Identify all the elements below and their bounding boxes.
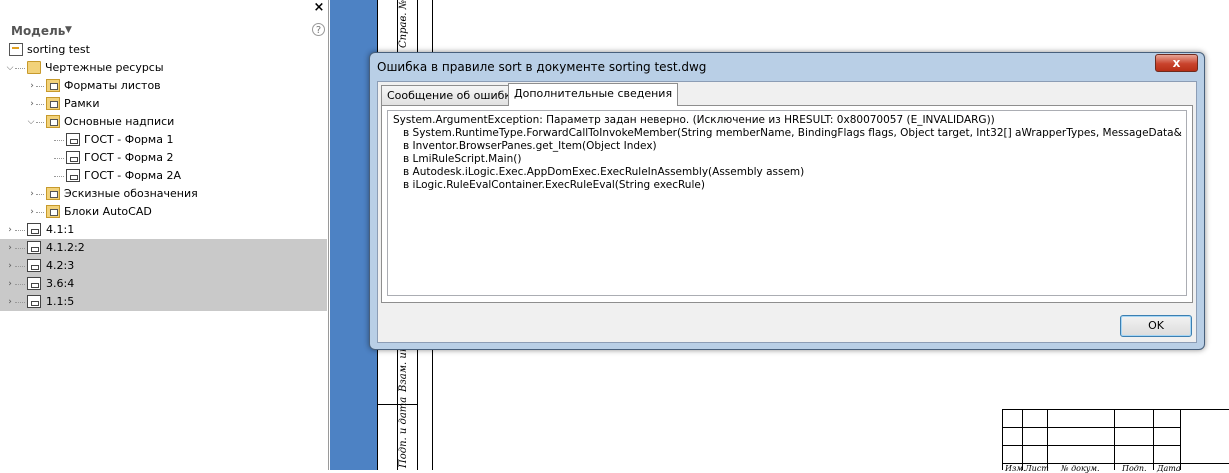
collapse-chevron-icon[interactable]: ›	[5, 257, 15, 275]
drawing-document-icon	[9, 43, 23, 56]
folder-icon	[46, 97, 60, 110]
title-block-icon	[66, 169, 80, 182]
folder-icon	[46, 205, 60, 218]
tree-item-label: 3.6:4	[46, 277, 75, 290]
frame-line	[377, 404, 417, 405]
title-block-icon	[66, 133, 80, 146]
sheet-icon	[27, 259, 41, 272]
tree-item-sheet-1[interactable]: › 4.1:1	[0, 221, 327, 239]
tree-item-gost-form-2a[interactable]: ГОСТ - Форма 2А	[0, 167, 327, 185]
browser-dropdown-icon[interactable]: ▼	[65, 25, 72, 35]
tree-item-label: Основные надписи	[64, 115, 175, 128]
sheet-icon	[27, 223, 41, 236]
browser-top-bar: ×	[0, 0, 329, 18]
help-icon[interactable]: ?	[312, 23, 325, 36]
title-block-label-change: Изм.	[1005, 464, 1026, 473]
collapse-chevron-icon[interactable]: ›	[5, 293, 15, 311]
tree-item-label: sorting test	[27, 43, 90, 56]
tree-item-label: ГОСТ - Форма 2	[84, 151, 174, 164]
tree-item-document[interactable]: sorting test	[0, 41, 327, 59]
tree-item-label: 4.2:3	[46, 259, 75, 272]
sheet-icon	[27, 277, 41, 290]
sheet-icon	[27, 241, 41, 254]
tree-item-gost-form-2[interactable]: ГОСТ - Форма 2	[0, 149, 327, 167]
frame-label-ref-no: Справ. №	[398, 0, 409, 48]
close-icon: x	[1172, 56, 1181, 70]
tree-item-sketched-symbols[interactable]: › Эскизные обозначения	[0, 185, 327, 203]
sheet-icon	[27, 295, 41, 308]
collapse-chevron-icon[interactable]: ›	[5, 221, 15, 239]
title-block-label-sheet: Лист	[1025, 464, 1049, 473]
error-dialog: Ошибка в правиле sort в документе sortin…	[369, 52, 1205, 350]
dialog-close-button[interactable]: x	[1155, 54, 1198, 72]
tree-item-label: 4.1.2:2	[46, 241, 85, 254]
tree-item-label: 4.1:1	[46, 223, 75, 236]
tree-item-label: ГОСТ - Форма 2А	[84, 169, 181, 182]
folder-icon	[46, 115, 60, 128]
model-browser-panel: × Модель ▼ ? sorting test ⌵ Чертежные ре…	[0, 0, 329, 470]
tree-item-label: Чертежные ресурсы	[45, 61, 164, 74]
browser-header: Модель ▼ ?	[0, 20, 329, 42]
title-block-line	[1002, 409, 1229, 410]
expand-chevron-icon[interactable]: ⌵	[5, 59, 15, 77]
details-line: в iLogic.RuleEvalContainer.ExecRuleEval(…	[393, 179, 705, 191]
tree-item-title-blocks[interactable]: ⌵ Основные надписи	[0, 113, 327, 131]
title-block-line	[1002, 409, 1003, 470]
tree-item-sheet-3[interactable]: › 4.2:3	[0, 257, 327, 275]
details-line: System.ArgumentException: Параметр задан…	[393, 114, 995, 126]
tree-item-sheet-2[interactable]: › 4.1.2:2	[0, 239, 327, 257]
dialog-title: Ошибка в правиле sort в документе sortin…	[377, 60, 707, 74]
title-block-line	[1180, 409, 1181, 470]
tab-additional-info[interactable]: Дополнительные сведения	[508, 83, 679, 106]
browser-title[interactable]: Модель	[11, 24, 65, 38]
tree-item-autocad-blocks[interactable]: › Блоки AutoCAD	[0, 203, 327, 221]
title-block-label-signature: Подп.	[1122, 464, 1147, 473]
tree-item-sheet-4[interactable]: › 3.6:4	[0, 275, 327, 293]
folder-icon	[27, 61, 41, 74]
folder-icon	[46, 79, 60, 92]
tree-item-label: Рамки	[64, 97, 100, 110]
dialog-titlebar[interactable]: Ошибка в правиле sort в документе sortin…	[370, 53, 1204, 81]
tree-item-drawing-resources[interactable]: ⌵ Чертежные ресурсы	[0, 59, 327, 77]
details-line: в LmiRuleScript.Main()	[393, 153, 522, 165]
tree-item-borders[interactable]: › Рамки	[0, 95, 327, 113]
tree-item-label: Форматы листов	[64, 79, 161, 92]
browser-close-icon[interactable]: ×	[313, 1, 325, 14]
title-block-line	[1114, 409, 1115, 470]
collapse-chevron-icon[interactable]: ›	[5, 275, 15, 293]
title-block-line	[1047, 409, 1048, 470]
tree-item-sheet-5[interactable]: › 1.1:5	[0, 293, 327, 311]
expand-chevron-icon[interactable]: ⌵	[26, 113, 36, 131]
title-block-icon	[66, 151, 80, 164]
dialog-client-area: Сообщение об ошибке Дополнительные сведе…	[377, 81, 1197, 343]
ok-button[interactable]: OK	[1120, 315, 1192, 337]
title-block-label-date: Дата	[1157, 464, 1181, 473]
details-line: в Inventor.BrowserPanes.get_Item(Object …	[393, 140, 657, 152]
frame-label-sign-date: Подп. и дата	[398, 396, 409, 468]
tree-item-label: 1.1:5	[46, 295, 75, 308]
tree-item-label: Блоки AutoCAD	[64, 205, 152, 218]
tab-panel: System.ArgumentException: Параметр задан…	[381, 105, 1193, 303]
title-block-line	[1153, 409, 1154, 470]
details-line: в Autodesk.iLogic.Exec.AppDomExec.ExecRu…	[393, 166, 805, 178]
tab-error-message[interactable]: Сообщение об ошибке	[381, 85, 524, 105]
title-block-line	[1022, 409, 1023, 470]
tree-item-sheet-formats[interactable]: › Форматы листов	[0, 77, 327, 95]
title-block-label-doc-no: № докум.	[1061, 464, 1100, 473]
tree-item-label: ГОСТ - Форма 1	[84, 133, 174, 146]
tree-item-gost-form-1[interactable]: ГОСТ - Форма 1	[0, 131, 327, 149]
details-textbox[interactable]: System.ArgumentException: Параметр задан…	[387, 110, 1187, 296]
collapse-chevron-icon[interactable]: ›	[5, 239, 15, 257]
details-line: в System.RuntimeType.ForwardCallToInvoke…	[393, 127, 1187, 139]
tree-item-label: Эскизные обозначения	[64, 187, 198, 200]
folder-icon	[46, 187, 60, 200]
